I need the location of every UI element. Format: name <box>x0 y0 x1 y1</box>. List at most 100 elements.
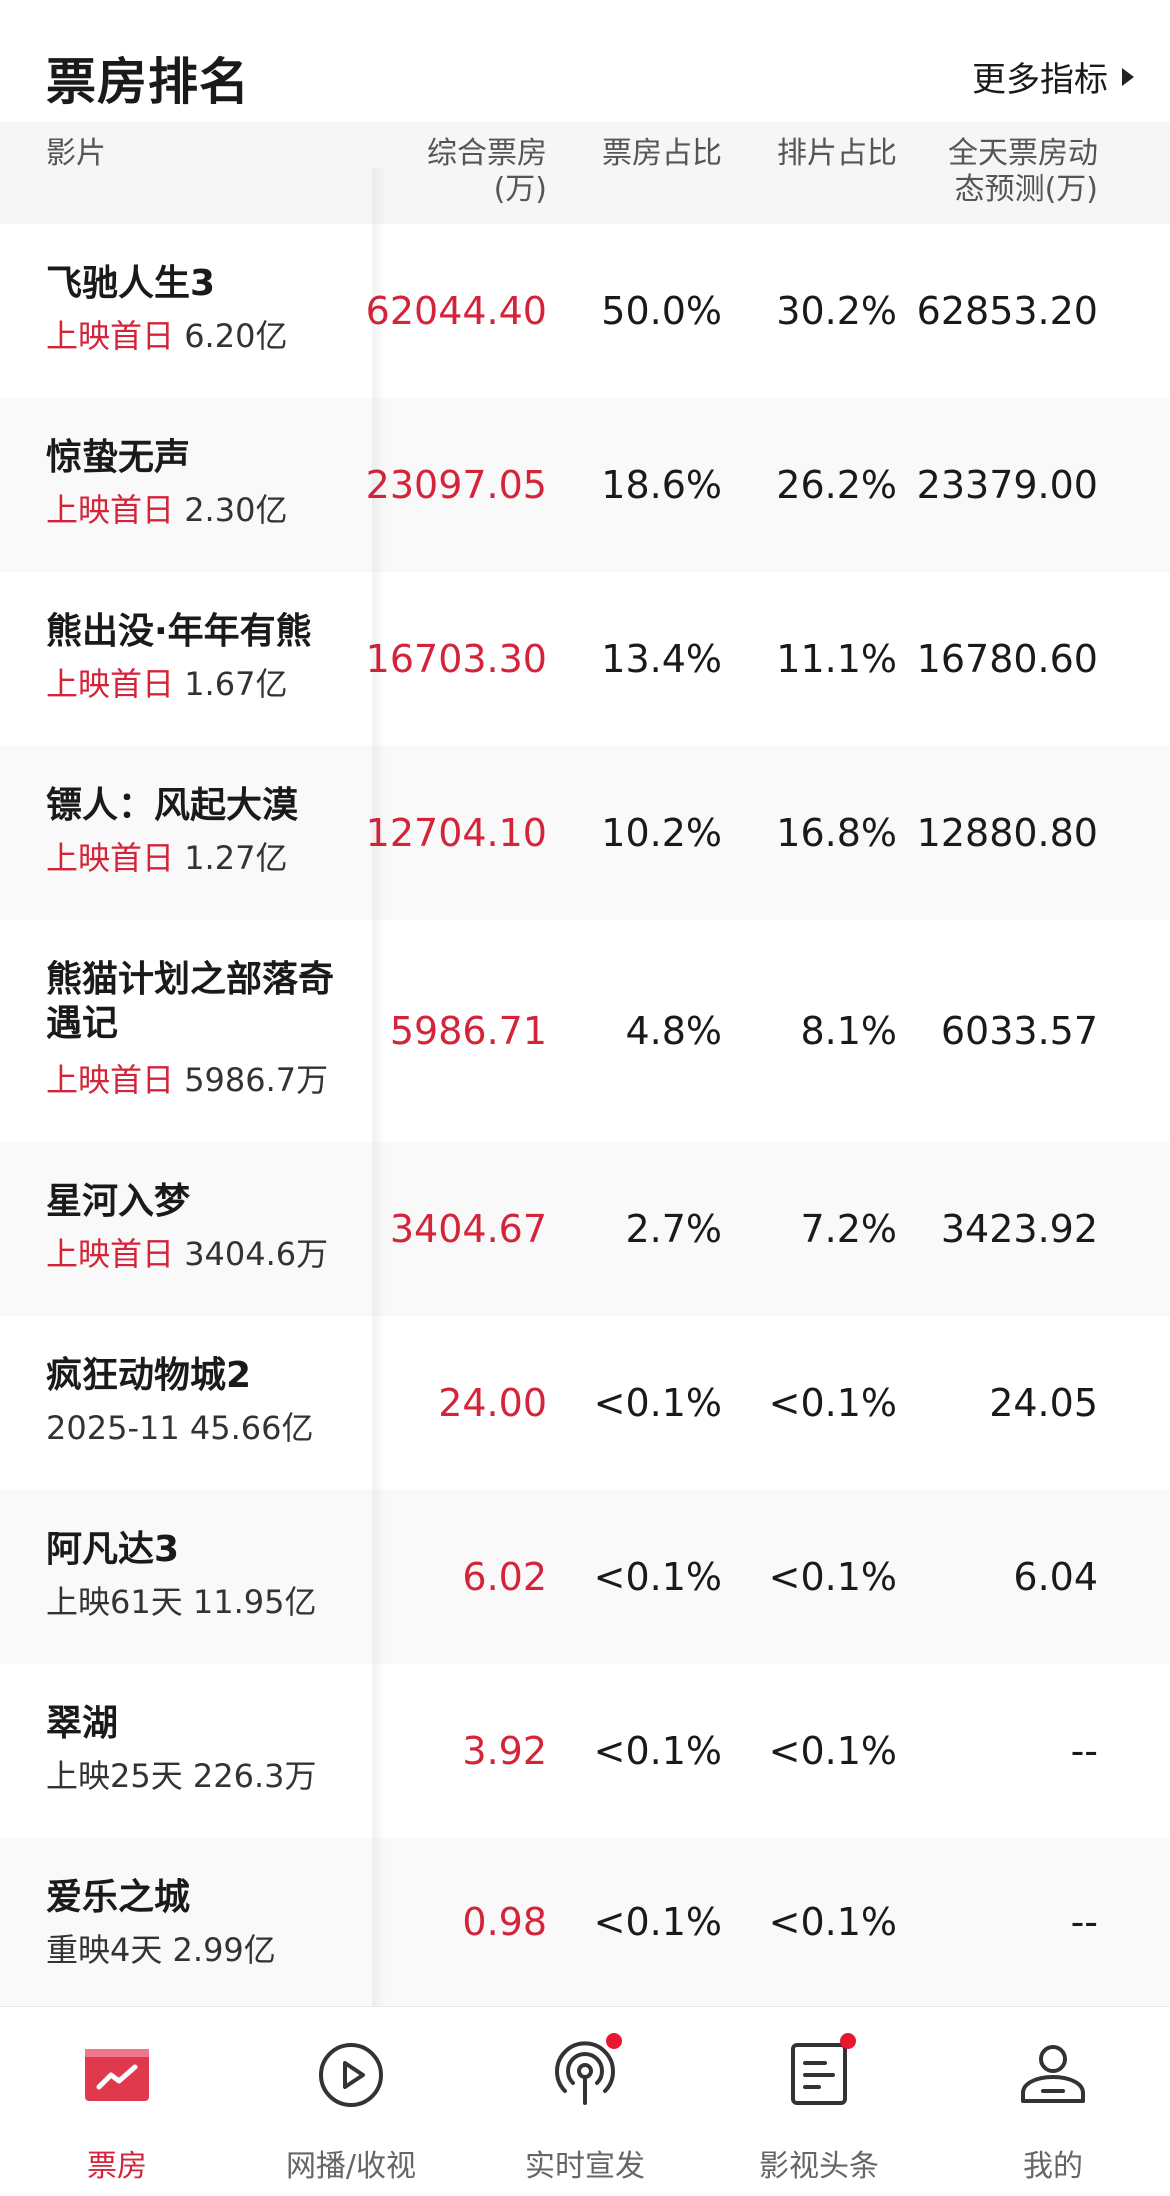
column-header-prediction[interactable]: 全天票房动 态预测(万) <box>948 136 1098 208</box>
box-office-value: 16703.30 <box>365 637 547 681</box>
daily-prediction: -- <box>1070 1729 1098 1773</box>
column-header-prediction-line1: 全天票房动 <box>948 136 1098 171</box>
film-title: 阿凡达3 <box>46 1529 180 1570</box>
release-detail: 2025-11 45.66亿 <box>46 1409 314 1447</box>
film-release-info: 重映4天 2.99亿 <box>46 1930 276 1970</box>
release-tag: 上映首日 <box>46 317 175 355</box>
box-office-share: <0.1% <box>593 1381 722 1425</box>
page-title: 票房排名 <box>46 53 250 111</box>
daily-prediction: -- <box>1070 1900 1098 1944</box>
caret-right-icon <box>1122 67 1134 86</box>
film-release-info: 上映25天 226.3万 <box>46 1756 317 1796</box>
tab-realtime-promo-label: 实时宣发 <box>525 2149 645 2184</box>
release-detail: 1.27亿 <box>174 839 288 877</box>
table-header: 影片 综合票房 (万) 票房占比 排片占比 全天票房动 态预测(万) <box>0 122 1170 224</box>
tab-realtime-promo[interactable]: 实时宣发 <box>468 2029 702 2184</box>
film-title: 翠湖 <box>46 1703 119 1744</box>
film-release-info: 上映61天 11.95亿 <box>46 1582 317 1622</box>
daily-prediction: 6033.57 <box>940 1009 1098 1053</box>
daily-prediction: 12880.80 <box>916 811 1098 855</box>
release-tag: 上映首日 <box>46 1235 175 1273</box>
schedule-share: 11.1% <box>776 637 897 681</box>
schedule-share: 7.2% <box>800 1207 897 1251</box>
daily-prediction: 3423.92 <box>940 1207 1098 1251</box>
film-title: 熊猫计划之部落奇遇记 <box>46 959 335 1044</box>
tab-profile[interactable]: 我的 <box>936 2029 1170 2184</box>
schedule-share: <0.1% <box>768 1555 897 1599</box>
table-row[interactable]: 疯狂动物城2 2025-11 45.66亿 24.00 <0.1% <0.1% 24.05 <box>0 1316 1170 1490</box>
table-row[interactable]: 阿凡达3 上映61天 11.95亿 6.02 <0.1% <0.1% 6.04 <box>0 1490 1170 1664</box>
column-header-prediction-line2: 态预测(万) <box>954 172 1098 207</box>
tab-streaming-ratings-label: 网播/收视 <box>285 2149 417 2184</box>
box-office-value: 6.02 <box>462 1555 547 1599</box>
box-office-share: 13.4% <box>601 637 722 681</box>
more-metrics-label: 更多指标 <box>972 60 1108 100</box>
column-header-schedule[interactable]: 排片占比 <box>777 136 897 172</box>
notification-badge <box>840 2033 856 2049</box>
box-office-value: 5986.71 <box>389 1009 547 1053</box>
film-release-info: 上映首日 2.30亿 <box>46 490 287 530</box>
table-row[interactable]: 惊蛰无声上映首日 2.30亿 23097.05 18.6% 26.2% 23379.00 <box>0 398 1170 572</box>
box-office-value: 12704.10 <box>365 811 547 855</box>
release-detail: 2.30亿 <box>174 491 288 529</box>
tab-box-office[interactable]: 票房 <box>0 2029 234 2184</box>
column-header-share[interactable]: 票房占比 <box>602 136 722 172</box>
table-row[interactable]: 星河入梦 上映首日 3404.6万 3404.67 2.7% 7.2% 3423.92 <box>0 1142 1170 1316</box>
release-tag: 上映首日 <box>46 491 175 529</box>
box-office-share: 10.2% <box>601 811 722 855</box>
tab-profile-label: 我的 <box>1023 2149 1083 2184</box>
release-detail: 上映25天 226.3万 <box>46 1757 317 1795</box>
table-row[interactable]: 镖人：风起大漠 上映首日 1.27亿 12704.10 10.2% 16.8% 12880… <box>0 746 1170 920</box>
box-office-value: 23097.05 <box>365 463 547 507</box>
column-header-box-office[interactable]: 综合票房 (万) <box>427 136 547 208</box>
box-office-share: <0.1% <box>593 1555 722 1599</box>
schedule-share: <0.1% <box>768 1381 897 1425</box>
box-office-value: 24.00 <box>438 1381 547 1425</box>
schedule-share: 26.2% <box>776 463 897 507</box>
table-row[interactable]: 熊猫计划之部落奇遇记 上映首日 5986.7万 5986.71 4.8% 8.1% 603… <box>0 920 1170 1142</box>
schedule-share: 8.1% <box>800 1009 897 1053</box>
more-metrics-button[interactable]: 更多指标 <box>972 52 1134 101</box>
bottom-tab-bar: 票房 网播/收视 实时宣发 影视头条 我的 <box>0 2006 1170 2196</box>
daily-prediction: 16780.60 <box>916 637 1098 681</box>
box-office-share: <0.1% <box>593 1900 722 1944</box>
release-tag: 上映首日 <box>46 839 175 877</box>
release-detail: 上映61天 11.95亿 <box>46 1583 317 1621</box>
box-office-chart-icon <box>85 2049 149 2101</box>
box-office-share: 4.8% <box>625 1009 722 1053</box>
box-office-share: 2.7% <box>625 1207 722 1251</box>
schedule-share: <0.1% <box>768 1729 897 1773</box>
daily-prediction: 23379.00 <box>916 463 1098 507</box>
box-office-value: 3404.67 <box>389 1207 547 1251</box>
table-row[interactable]: 翠湖上映25天 226.3万 3.92 <0.1% <0.1% -- <box>0 1664 1170 1838</box>
film-title: 疯狂动物城2 <box>46 1355 252 1396</box>
film-title: 星河入梦 <box>46 1181 191 1222</box>
release-detail: 6.20亿 <box>174 317 288 355</box>
release-tag: 上映首日 <box>46 665 175 703</box>
box-office-value: 3.92 <box>462 1729 547 1773</box>
tab-film-news-label: 影视头条 <box>759 2149 879 2184</box>
box-office-share: <0.1% <box>593 1729 722 1773</box>
daily-prediction: 6.04 <box>1013 1555 1098 1599</box>
film-release-info: 2025-11 45.66亿 <box>46 1408 314 1448</box>
film-release-info: 上映首日 1.27亿 <box>46 838 287 878</box>
table-row[interactable]: 飞驰人生3 上映首日 6.20亿 62044.40 50.0% 30.2% 62853.2… <box>0 224 1170 398</box>
play-circle-icon <box>319 2043 383 2107</box>
film-title: 惊蛰无声 <box>46 437 191 478</box>
tab-streaming-ratings[interactable]: 网播/收视 <box>234 2029 468 2184</box>
table-row[interactable]: 爱乐之城 重映4天 2.99亿 0.98 <0.1% <0.1% -- <box>0 1838 1170 2006</box>
daily-prediction: 62853.20 <box>916 289 1098 333</box>
tab-film-news[interactable]: 影视头条 <box>702 2029 936 2184</box>
film-title: 飞驰人生3 <box>46 263 216 304</box>
notification-badge <box>606 2033 622 2049</box>
column-header-film: 影片 <box>46 136 106 171</box>
daily-prediction: 24.05 <box>989 1381 1098 1425</box>
release-detail: 5986.7万 <box>174 1061 329 1099</box>
film-title: 熊出没·年年有熊 <box>46 611 312 652</box>
table-row[interactable]: 熊出没·年年有熊 上映首日 1.67亿 16703.30 13.4% 11.1% 1678… <box>0 572 1170 746</box>
box-office-value: 62044.40 <box>365 289 547 333</box>
schedule-share: <0.1% <box>768 1900 897 1944</box>
release-detail: 1.67亿 <box>174 665 288 703</box>
box-office-share: 18.6% <box>601 463 722 507</box>
schedule-share: 16.8% <box>776 811 897 855</box>
